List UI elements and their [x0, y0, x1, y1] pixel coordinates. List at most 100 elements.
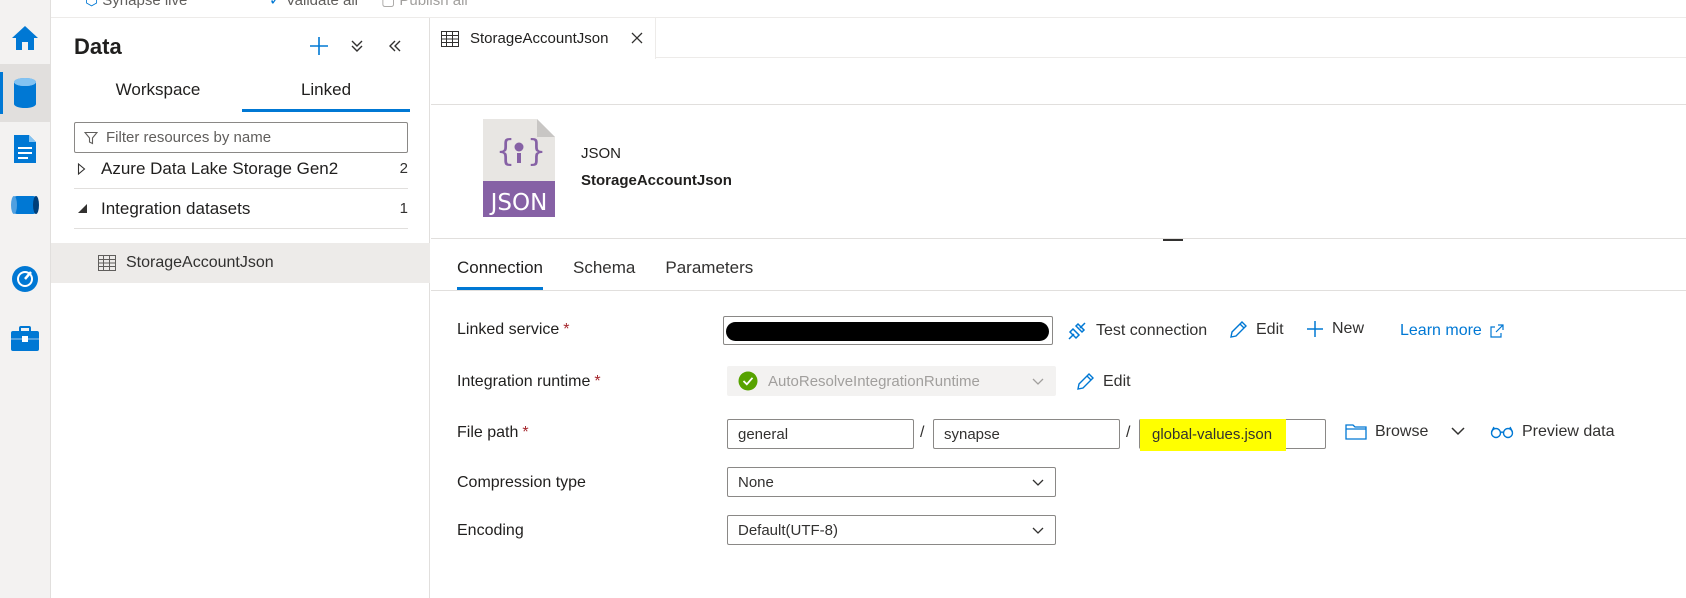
chevron-down-icon	[1032, 479, 1044, 486]
external-link-icon	[1490, 324, 1504, 338]
add-resource-button[interactable]	[307, 34, 331, 58]
double-chevron-left-icon	[389, 40, 401, 52]
top-toolbar: ⬡ Synapse live ✓ Validate all ▢ Publish …	[51, 0, 1686, 18]
workspace-selector[interactable]: ⬡ Synapse live	[85, 0, 187, 9]
pencil-icon	[1230, 321, 1247, 338]
document-icon	[14, 135, 36, 163]
tree-node-count: 2	[399, 160, 408, 177]
plus-icon	[310, 37, 328, 55]
divider	[431, 238, 1686, 239]
activity-rail	[0, 0, 51, 598]
divider	[431, 290, 1686, 291]
tab-connection[interactable]: Connection	[457, 258, 544, 290]
integration-runtime-select[interactable]: AutoResolveIntegrationRuntime	[727, 366, 1056, 396]
resize-grip[interactable]	[1163, 239, 1183, 241]
panel-title: Data	[74, 34, 122, 59]
glasses-icon	[1490, 426, 1514, 439]
tree-item-storageaccountjson[interactable]: StorageAccountJson	[51, 243, 430, 283]
path-separator: /	[920, 424, 925, 441]
folder-icon	[1345, 424, 1367, 440]
dataset-type: JSON	[581, 145, 622, 162]
compression-type-select[interactable]: None	[727, 467, 1056, 497]
svg-text:{: {	[496, 134, 515, 169]
redacted-value	[726, 322, 1049, 341]
validate-all-button[interactable]: ✓ Validate all	[269, 0, 358, 9]
pencil-icon	[1077, 373, 1094, 390]
required-marker: *	[563, 321, 570, 338]
publish-all-button[interactable]: ▢ Publish all	[381, 0, 468, 9]
dataset-tabs: Connection Schema Parameters	[457, 258, 753, 290]
compression-type-label: Compression type	[457, 474, 586, 491]
json-icon-label: JSON	[489, 190, 548, 216]
linked-service-select[interactable]	[723, 316, 1053, 345]
chevron-down-icon	[1451, 427, 1465, 436]
file-path-label: File path *	[457, 424, 529, 441]
learn-more-link[interactable]: Learn more	[1400, 322, 1504, 340]
table-icon	[441, 30, 459, 47]
rail-monitor-button[interactable]	[0, 250, 50, 308]
caret-down-icon[interactable]	[74, 203, 101, 214]
preview-data-button[interactable]: Preview data	[1490, 423, 1615, 441]
tab-label: StorageAccountJson	[470, 30, 609, 47]
plus-icon	[1307, 321, 1323, 337]
panel-actions	[307, 34, 407, 58]
rail-home-button[interactable]	[0, 9, 50, 67]
tab-linked[interactable]: Linked	[242, 80, 410, 112]
integration-runtime-label: Integration runtime *	[457, 373, 601, 390]
plug-icon	[1068, 322, 1086, 340]
chevron-down-icon	[1032, 527, 1044, 534]
tab-storageaccountjson[interactable]: StorageAccountJson	[431, 18, 656, 59]
file-name-input[interactable]: global-values.json	[1139, 419, 1326, 451]
json-file-icon: { } JSON	[483, 119, 555, 217]
path-separator: /	[1126, 424, 1131, 441]
pipeline-icon	[11, 196, 39, 214]
monitor-icon	[12, 266, 38, 292]
required-marker: *	[522, 424, 529, 441]
publish-icon: ▢	[381, 0, 396, 9]
panel-tabs: Workspace Linked	[74, 80, 410, 112]
data-panel: Data Workspace Linked Filter resources b…	[51, 18, 430, 598]
browse-options-button[interactable]	[1450, 423, 1466, 439]
chevron-down-icon	[1032, 378, 1044, 385]
rail-data-button[interactable]	[0, 64, 50, 122]
encoding-select[interactable]: Default(UTF-8)	[727, 515, 1056, 545]
tree-item-label: StorageAccountJson	[126, 254, 274, 271]
expand-all-button[interactable]	[345, 34, 369, 58]
double-chevron-down-icon	[351, 40, 363, 52]
tree-node-adls-gen2[interactable]: Azure Data Lake Storage Gen2 2	[74, 149, 408, 189]
tree-node-integration-datasets[interactable]: Integration datasets 1	[74, 189, 408, 229]
linked-service-label: Linked service *	[457, 321, 570, 338]
synapse-icon: ⬡	[85, 0, 99, 9]
directory-input[interactable]: synapse	[933, 419, 1120, 449]
test-connection-button[interactable]: Test connection	[1066, 320, 1207, 342]
filter-placeholder: Filter resources by name	[106, 129, 272, 146]
container-input[interactable]: general	[727, 419, 914, 449]
close-icon	[631, 32, 643, 43]
caret-right-icon[interactable]	[74, 162, 101, 175]
tab-schema[interactable]: Schema	[573, 258, 635, 290]
rail-integrate-button[interactable]	[0, 176, 50, 234]
divider	[431, 104, 1686, 105]
rail-manage-button[interactable]	[0, 310, 50, 368]
new-linked-service-button[interactable]: New	[1306, 320, 1364, 338]
tree-node-count: 1	[399, 200, 408, 217]
collapse-panel-button[interactable]	[383, 34, 407, 58]
encoding-label: Encoding	[457, 522, 524, 539]
required-marker: *	[594, 373, 601, 390]
home-icon	[12, 26, 38, 50]
edit-linked-service-button[interactable]: Edit	[1228, 320, 1284, 340]
browse-button[interactable]: Browse	[1345, 423, 1428, 441]
rail-develop-button[interactable]	[0, 120, 50, 178]
check-circle-icon	[738, 371, 758, 391]
toolbox-icon	[11, 326, 39, 351]
tab-parameters[interactable]: Parameters	[665, 258, 753, 290]
database-icon	[14, 78, 36, 108]
table-icon	[98, 255, 116, 271]
close-tab-button[interactable]	[631, 29, 643, 49]
filter-icon	[84, 131, 98, 144]
tree-node-label: Integration datasets	[101, 198, 251, 218]
tab-workspace[interactable]: Workspace	[74, 80, 242, 112]
validate-icon: ✓	[269, 0, 282, 9]
edit-runtime-button[interactable]: Edit	[1075, 372, 1131, 392]
dataset-name: StorageAccountJson	[581, 172, 732, 189]
